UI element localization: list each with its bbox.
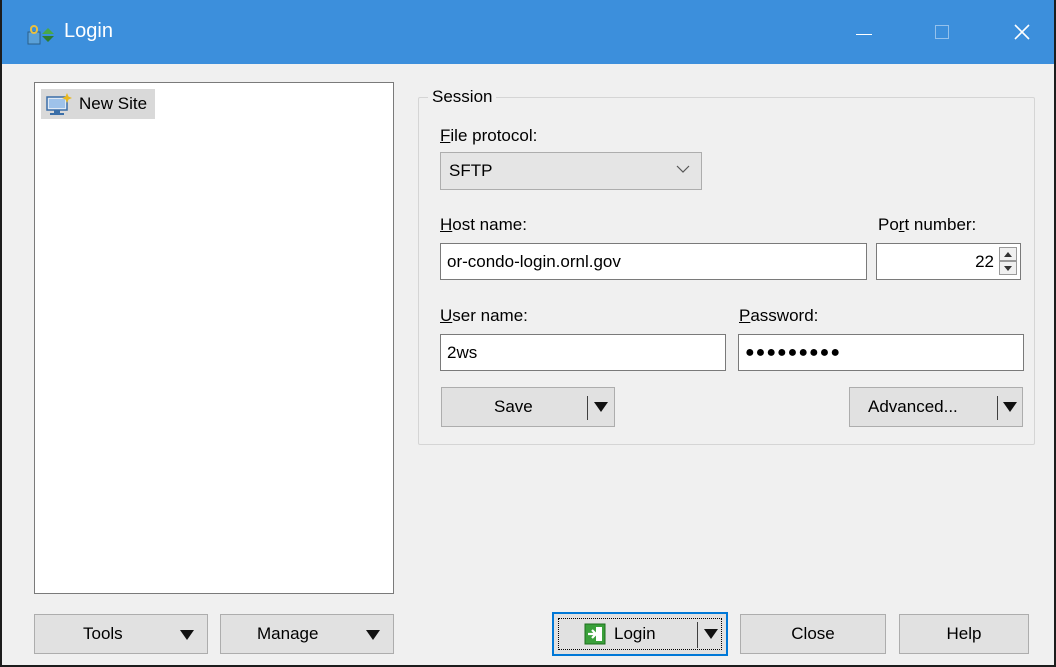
user-name-label: User name: <box>440 306 528 325</box>
dropdown-arrow-icon <box>180 630 194 640</box>
password-input[interactable]: ●●●●●●●●● <box>738 334 1024 371</box>
manage-button-label: Manage <box>257 624 319 643</box>
close-button[interactable]: Close <box>740 614 886 654</box>
save-button[interactable]: Save <box>441 387 615 427</box>
login-icon <box>584 623 606 645</box>
split-separator <box>997 396 998 420</box>
minimize-icon <box>856 33 872 35</box>
split-separator <box>697 622 698 648</box>
triangle-up-icon <box>1004 251 1012 257</box>
minimize-button[interactable] <box>834 0 894 64</box>
login-button-content: Login <box>584 623 656 645</box>
session-legend: Session <box>428 87 497 107</box>
chevron-down-icon <box>676 165 690 173</box>
title-bar[interactable]: Login <box>2 0 1054 64</box>
maximize-button[interactable] <box>912 0 972 64</box>
window-title: Login <box>64 20 113 42</box>
close-icon <box>1014 24 1030 40</box>
dropdown-arrow-icon <box>366 630 380 640</box>
site-tree[interactable]: New Site <box>34 82 394 594</box>
port-number-label: Port number: <box>878 215 977 234</box>
port-spinner[interactable] <box>999 247 1017 275</box>
split-separator <box>587 396 588 420</box>
user-name-input[interactable]: 2ws <box>440 334 726 371</box>
close-window-button[interactable] <box>992 0 1052 64</box>
new-site-icon <box>46 93 72 115</box>
host-name-input[interactable]: or-condo-login.ornl.gov <box>440 243 867 280</box>
file-protocol-select[interactable]: SFTP <box>440 152 702 190</box>
file-protocol-label: File protocol: <box>440 126 538 145</box>
spin-up-button[interactable] <box>999 247 1017 261</box>
maximize-icon <box>935 25 949 39</box>
tools-button-label: Tools <box>83 624 123 643</box>
spin-down-button[interactable] <box>999 261 1017 275</box>
tree-item-new-site[interactable]: New Site <box>41 89 156 119</box>
save-button-label: Save <box>494 397 533 416</box>
app-icon <box>27 25 54 45</box>
tree-item-label: New Site <box>79 94 148 113</box>
login-dialog: Login New Site Session File protocol: SF… <box>0 0 1056 667</box>
dropdown-arrow-icon[interactable] <box>594 402 608 412</box>
login-button-label: Login <box>614 624 656 643</box>
host-name-label: Host name: <box>440 215 527 234</box>
file-protocol-value: SFTP <box>449 161 493 180</box>
advanced-button-label: Advanced... <box>868 397 958 416</box>
triangle-down-icon <box>1004 265 1012 271</box>
tools-button[interactable]: Tools <box>34 614 208 654</box>
help-button[interactable]: Help <box>899 614 1029 654</box>
login-button[interactable]: Login <box>552 612 728 656</box>
dropdown-arrow-icon[interactable] <box>1003 402 1017 412</box>
dropdown-arrow-icon[interactable] <box>704 629 718 639</box>
advanced-button[interactable]: Advanced... <box>849 387 1023 427</box>
password-label: Password: <box>739 306 819 325</box>
manage-button[interactable]: Manage <box>220 614 394 654</box>
